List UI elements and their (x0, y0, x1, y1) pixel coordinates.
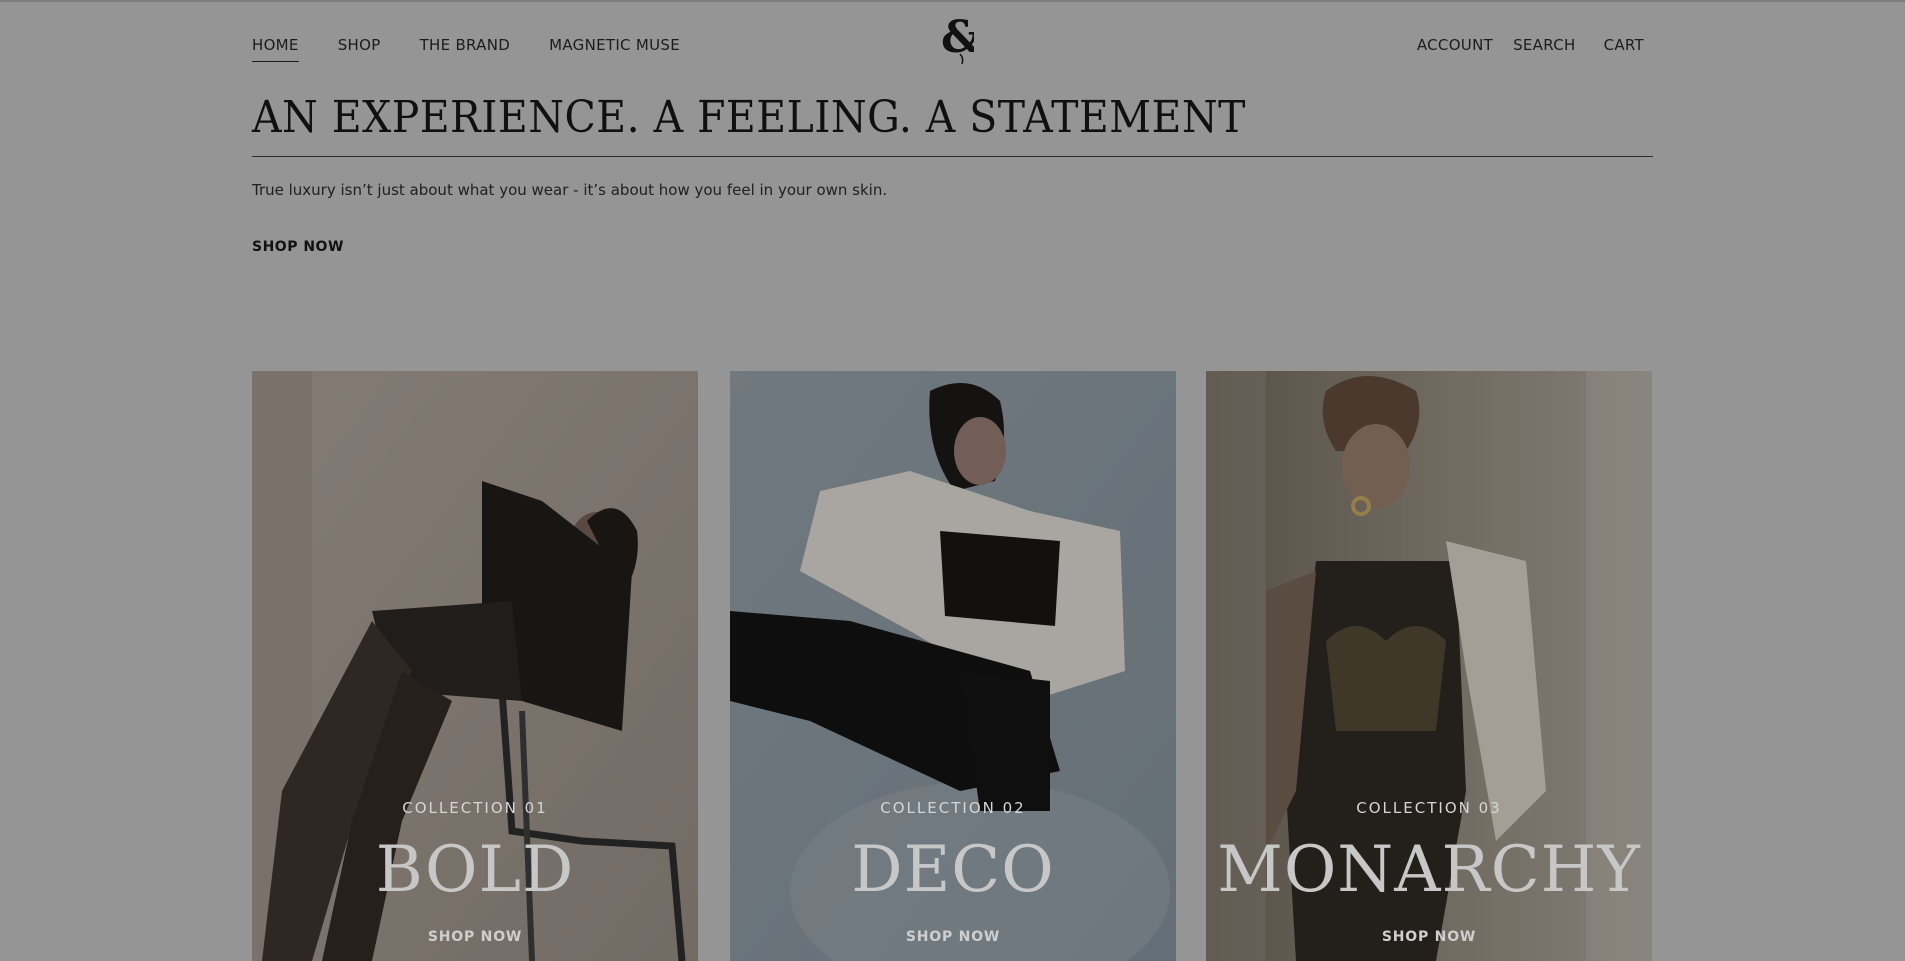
collection-card-monarchy[interactable]: COLLECTION 03 MONARCHY SHOP NOW (1206, 371, 1652, 961)
collection-card-deco[interactable]: COLLECTION 02 DECO SHOP NOW (730, 371, 1176, 961)
account-link[interactable]: ACCOUNT (1417, 36, 1493, 54)
top-border (0, 0, 1905, 2)
hero-subtext: True luxury isn’t just about what you we… (252, 181, 888, 199)
search-link[interactable]: SEARCH (1513, 36, 1576, 54)
nav-home[interactable]: HOME (252, 36, 299, 62)
collection-name: DECO (851, 833, 1055, 907)
nav-magnetic-muse[interactable]: MAGNETIC MUSE (549, 36, 680, 54)
collection-shop-now-link[interactable]: SHOP NOW (1206, 929, 1652, 945)
collection-label: COLLECTION 03 (1356, 799, 1502, 817)
main-nav: HOME SHOP THE BRAND MAGNETIC MUSE (252, 36, 719, 62)
cart-link[interactable]: CART (1604, 36, 1644, 54)
headline-divider (252, 156, 1653, 157)
collection-label: COLLECTION 01 (402, 799, 548, 817)
hero-shop-now-link[interactable]: SHOP NOW (252, 239, 344, 255)
collection-label: COLLECTION 02 (880, 799, 1026, 817)
utility-nav: ACCOUNT SEARCH CART (1397, 36, 1644, 54)
nav-the-brand[interactable]: THE BRAND (420, 36, 511, 54)
nav-shop[interactable]: SHOP (338, 36, 381, 54)
ampersand-logo-icon[interactable]: & (938, 12, 981, 66)
hero-headline: AN EXPERIENCE. A FEELING. A STATEMENT (252, 92, 1246, 143)
collection-name: BOLD (375, 833, 575, 907)
collection-card-bold[interactable]: COLLECTION 01 BOLD SHOP NOW (252, 371, 698, 961)
collection-name: MONARCHY (1217, 833, 1641, 907)
svg-text:&: & (941, 14, 974, 63)
collection-shop-now-link[interactable]: SHOP NOW (252, 929, 698, 945)
collection-shop-now-link[interactable]: SHOP NOW (730, 929, 1176, 945)
